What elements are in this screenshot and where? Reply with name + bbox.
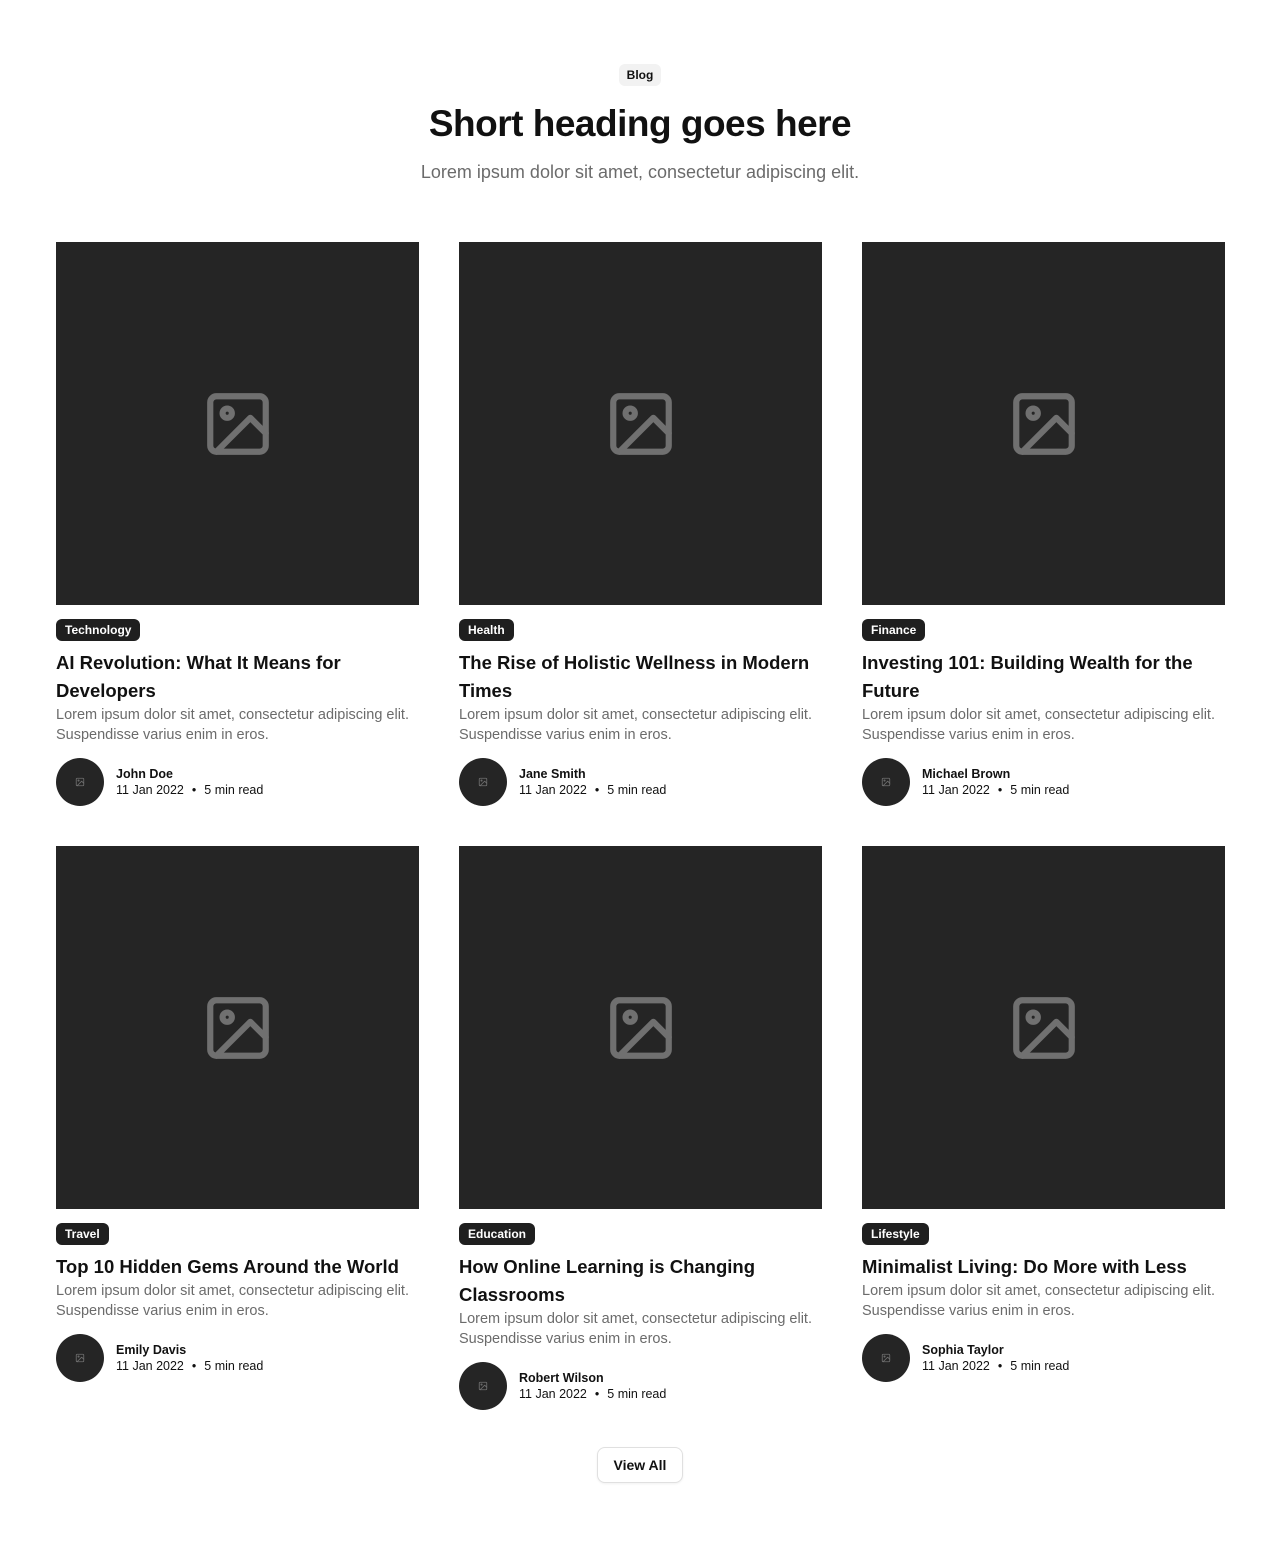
author-block: Jane Smith 11 Jan 2022 • 5 min read [459,758,822,806]
avatar [862,758,910,806]
post-title[interactable]: How Online Learning is Changing Classroo… [459,1253,822,1309]
page-subtitle: Lorem ipsum dolor sit amet, consectetur … [420,162,860,182]
read-time: 5 min read [607,783,667,797]
post-date: 11 Jan 2022 [116,1359,184,1373]
read-time: 5 min read [204,783,264,797]
post-title[interactable]: Minimalist Living: Do More with Less [862,1253,1225,1281]
post-meta: 11 Jan 2022 • 5 min read [116,782,263,798]
author-info: Robert Wilson 11 Jan 2022 • 5 min read [519,1370,666,1402]
category-tag[interactable]: Technology [56,619,141,641]
author-block: Robert Wilson 11 Jan 2022 • 5 min read [459,1362,822,1410]
post-description: Lorem ipsum dolor sit amet, consectetur … [862,1283,1215,1319]
section-eyebrow: Blog [618,64,662,86]
post-title[interactable]: AI Revolution: What It Means for Develop… [56,649,419,705]
blog-card[interactable]: Finance Investing 101: Building Wealth f… [862,242,1225,806]
post-date: 11 Jan 2022 [519,1387,587,1401]
author-name: John Doe [116,767,173,781]
image-icon [75,777,85,787]
post-image[interactable] [862,846,1225,1209]
image-icon [881,1353,891,1363]
avatar [56,758,104,806]
post-description: Lorem ipsum dolor sit amet, consectetur … [459,1311,812,1347]
post-meta: 11 Jan 2022 • 5 min read [519,782,666,798]
avatar [56,1334,104,1382]
author-info: Jane Smith 11 Jan 2022 • 5 min read [519,766,666,798]
blog-card[interactable]: Travel Top 10 Hidden Gems Around the Wor… [56,846,419,1410]
blog-post-grid: Technology AI Revolution: What It Means … [56,242,1225,1410]
image-icon [206,392,269,455]
read-time: 5 min read [1010,1359,1070,1373]
page-title: Short heading goes here [428,103,852,144]
post-title[interactable]: Top 10 Hidden Gems Around the World [56,1253,419,1281]
author-info: Emily Davis 11 Jan 2022 • 5 min read [116,1342,263,1374]
image-icon [75,1353,85,1363]
view-all-button[interactable]: View All [597,1447,683,1483]
author-name: Robert Wilson [519,1371,604,1385]
blog-card[interactable]: Lifestyle Minimalist Living: Do More wit… [862,846,1225,1410]
category-tag[interactable]: Travel [56,1223,109,1245]
author-name: Emily Davis [116,1343,187,1357]
post-image[interactable] [862,242,1225,605]
post-description: Lorem ipsum dolor sit amet, consectetur … [862,707,1215,743]
avatar [862,1334,910,1382]
category-tag[interactable]: Finance [862,619,926,641]
read-time: 5 min read [1010,783,1070,797]
category-tag[interactable]: Lifestyle [862,1223,929,1245]
image-icon [1012,392,1075,455]
image-icon [609,392,672,455]
post-image[interactable] [459,846,822,1209]
read-time: 5 min read [204,1359,264,1373]
author-block: Emily Davis 11 Jan 2022 • 5 min read [56,1334,419,1382]
separator-dot: • [997,783,1003,797]
category-tag[interactable]: Health [459,619,514,641]
post-title[interactable]: Investing 101: Building Wealth for the F… [862,649,1225,705]
post-image[interactable] [56,242,419,605]
post-image[interactable] [459,242,822,605]
image-icon [478,777,488,787]
post-meta: 11 Jan 2022 • 5 min read [922,1358,1069,1374]
post-meta: 11 Jan 2022 • 5 min read [116,1358,263,1374]
post-meta: 11 Jan 2022 • 5 min read [922,782,1069,798]
image-icon [478,1381,488,1391]
author-name: Jane Smith [519,767,586,781]
author-block: John Doe 11 Jan 2022 • 5 min read [56,758,419,806]
separator-dot: • [594,783,600,797]
author-info: Michael Brown 11 Jan 2022 • 5 min read [922,766,1069,798]
post-date: 11 Jan 2022 [116,783,184,797]
post-description: Lorem ipsum dolor sit amet, consectetur … [459,707,812,743]
post-title[interactable]: The Rise of Holistic Wellness in Modern … [459,649,822,705]
image-icon [881,777,891,787]
blog-card[interactable]: Health The Rise of Holistic Wellness in … [459,242,822,806]
separator-dot: • [191,783,197,797]
post-date: 11 Jan 2022 [519,783,587,797]
separator-dot: • [191,1359,197,1373]
separator-dot: • [594,1387,600,1401]
separator-dot: • [997,1359,1003,1373]
image-icon [1012,996,1075,1059]
image-icon [206,996,269,1059]
author-info: Sophia Taylor 11 Jan 2022 • 5 min read [922,1342,1069,1374]
author-block: Sophia Taylor 11 Jan 2022 • 5 min read [862,1334,1225,1382]
post-description: Lorem ipsum dolor sit amet, consectetur … [56,707,409,743]
post-image[interactable] [56,846,419,1209]
author-name: Sophia Taylor [922,1343,1004,1357]
post-meta: 11 Jan 2022 • 5 min read [519,1386,666,1402]
post-date: 11 Jan 2022 [922,1359,990,1373]
blog-header: Blog Short heading goes here Lorem ipsum… [0,64,1280,186]
category-tag[interactable]: Education [459,1223,536,1245]
author-name: Michael Brown [922,767,1011,781]
author-info: John Doe 11 Jan 2022 • 5 min read [116,766,263,798]
blog-card[interactable]: Education How Online Learning is Changin… [459,846,822,1410]
post-date: 11 Jan 2022 [922,783,990,797]
avatar [459,758,507,806]
image-icon [609,996,672,1059]
read-time: 5 min read [607,1387,667,1401]
post-description: Lorem ipsum dolor sit amet, consectetur … [56,1283,409,1319]
blog-card[interactable]: Technology AI Revolution: What It Means … [56,242,419,806]
avatar [459,1362,507,1410]
author-block: Michael Brown 11 Jan 2022 • 5 min read [862,758,1225,806]
